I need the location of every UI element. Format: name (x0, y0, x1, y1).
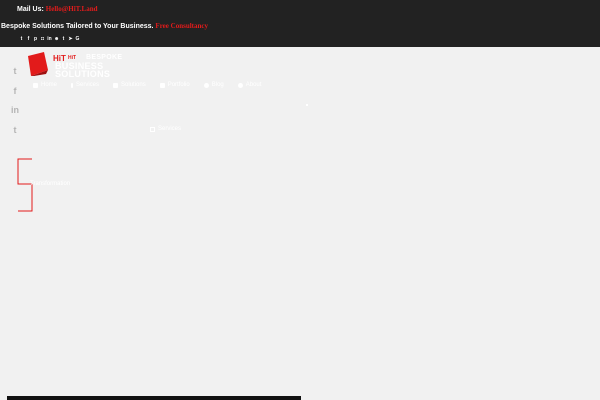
portfolio-icon (159, 82, 165, 88)
twitter-icon[interactable]: t (19, 37, 24, 42)
logo[interactable]: HiT HiT BESPOKE BUSINESS SOLUTIONS (26, 50, 122, 80)
facebook-icon[interactable]: f (10, 86, 20, 96)
tumblr-icon[interactable]: t (61, 37, 66, 42)
snapchat-icon[interactable]: ☻ (54, 37, 59, 42)
nav-services[interactable]: Services (71, 82, 99, 88)
nav-home[interactable]: Home (33, 82, 57, 88)
main-nav: Home Services Solutions Portfolio Blog A… (33, 82, 261, 88)
services-button-label: Services (158, 126, 182, 132)
nav-portfolio-label: Portfolio (167, 82, 190, 88)
bottom-bar (7, 396, 301, 400)
tagline-text: Bespoke Solutions Tailored to Your Busin… (1, 23, 156, 30)
services-grid-icon (150, 126, 155, 132)
home-icon (33, 82, 38, 88)
nav-blog-label: Blog (211, 82, 224, 88)
nav-solutions-label: Solutions (121, 82, 146, 88)
blog-icon (203, 82, 209, 88)
solutions-icon (113, 82, 119, 88)
pinterest-icon[interactable]: p (33, 37, 38, 42)
logo-line-1: BESPOKE (86, 54, 123, 61)
tumblr-icon[interactable]: t (10, 125, 20, 135)
nav-services-label: Services (76, 82, 100, 88)
nav-blog[interactable]: Blog (203, 82, 224, 88)
linkedin-icon[interactable]: in (47, 37, 52, 42)
nav-home-label: Home (41, 82, 58, 88)
google-icon[interactable]: G (75, 37, 80, 42)
services-button[interactable]: Services (150, 126, 181, 132)
nav-solutions[interactable]: Solutions (113, 82, 146, 88)
free-consultancy-link[interactable]: Free Consultancy (155, 22, 208, 30)
nav-indicator (306, 104, 308, 106)
instagram-icon[interactable]: ◘ (40, 37, 45, 42)
mail-label: Mail Us: (17, 6, 46, 13)
top-social-links: t f p ◘ in ☻ t ➤ G (19, 37, 80, 42)
linkedin-icon[interactable]: in (10, 105, 20, 115)
facebook-icon[interactable]: f (26, 37, 31, 42)
telegram-icon[interactable]: ➤ (68, 37, 73, 42)
top-bar: Mail Us: Hello@HiT.Land Bespoke Solution… (0, 0, 600, 47)
nav-portfolio[interactable]: Portfolio (159, 82, 190, 88)
nav-about-label: About (245, 82, 262, 88)
about-icon (237, 82, 243, 88)
tagline: Bespoke Solutions Tailored to Your Busin… (1, 22, 208, 30)
services-icon (71, 82, 74, 88)
bracket-text: Transformation (30, 181, 71, 187)
nav-about[interactable]: About (237, 82, 262, 88)
twitter-icon[interactable]: t (10, 66, 20, 76)
mail-line: Mail Us: Hello@HiT.Land (17, 5, 98, 13)
logo-mark-icon (28, 52, 48, 76)
mail-link[interactable]: Hello@HiT.Land (46, 5, 98, 13)
logo-line-3: SOLUTIONS (55, 69, 111, 79)
